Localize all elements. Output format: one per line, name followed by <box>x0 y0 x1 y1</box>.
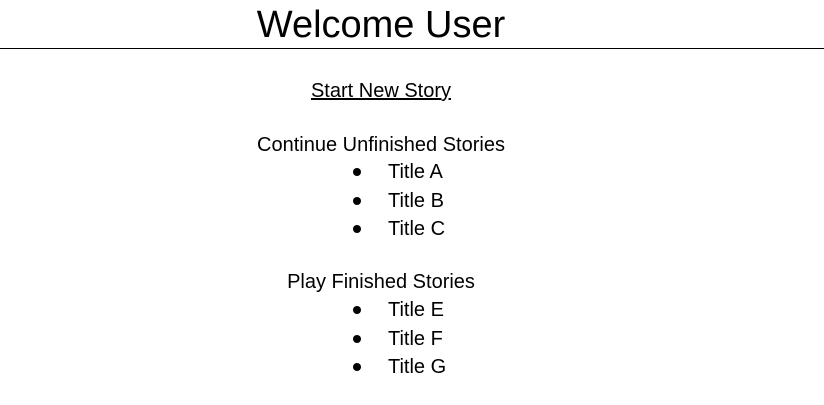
finished-story-item[interactable]: Title E <box>350 298 550 327</box>
bullet-icon <box>353 334 361 343</box>
finished-story-item[interactable]: Title G <box>350 355 550 384</box>
finished-stories-list: Title E Title F Title G <box>350 298 550 384</box>
bullet-icon <box>353 168 361 176</box>
continue-unfinished-heading: Continue Unfinished Stories <box>257 134 505 156</box>
unfinished-story-item[interactable]: Title A <box>350 160 550 189</box>
story-title[interactable]: Title C <box>388 217 445 241</box>
story-title[interactable]: Title B <box>388 189 444 213</box>
unfinished-stories-list: Title A Title B Title C <box>350 160 550 246</box>
play-finished-heading: Play Finished Stories <box>287 271 475 293</box>
story-title[interactable]: Title G <box>388 355 446 379</box>
bullet-icon <box>353 306 361 314</box>
bullet-icon <box>353 225 361 233</box>
story-title[interactable]: Title A <box>388 160 443 184</box>
page-title: Welcome User <box>256 4 506 46</box>
unfinished-story-item[interactable]: Title C <box>350 217 550 246</box>
finished-story-item[interactable]: Title F <box>350 327 550 356</box>
bullet-icon <box>353 363 361 371</box>
unfinished-story-item[interactable]: Title B <box>350 189 550 218</box>
title-divider <box>0 48 824 49</box>
bullet-icon <box>353 196 361 205</box>
start-new-story-link[interactable]: Start New Story <box>311 80 451 102</box>
story-title[interactable]: Title F <box>388 327 443 351</box>
start-new-story-container: Start New Story <box>0 79 762 103</box>
story-title[interactable]: Title E <box>388 298 444 322</box>
